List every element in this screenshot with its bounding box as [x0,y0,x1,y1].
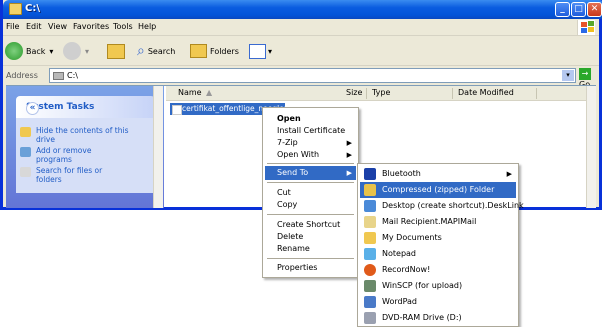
drive-icon [53,72,64,80]
col-name[interactable]: Name [178,88,202,97]
task-pane: System Tasks « Hide the contents of this… [6,86,164,208]
address-bar: Address C:\ ▾ → Go [3,67,599,89]
up-folder-icon [107,43,125,59]
folder-icon [20,127,31,137]
bluetooth-icon [364,168,376,180]
folders-icon [190,44,207,58]
left-scrollbar[interactable] [153,86,163,208]
address-value: C:\ [67,71,78,80]
sendto-wordpad[interactable]: WordPad [360,294,516,310]
forward-button[interactable]: ▾ [63,41,89,61]
wordpad-icon [364,296,376,308]
col-date-modified[interactable]: Date Modified [458,88,514,97]
notepad-icon [364,248,376,260]
sendto-compressed-folder[interactable]: Compressed (zipped) Folder [360,182,516,198]
back-button[interactable]: Back ▾ [5,41,53,61]
title-bar[interactable]: C:\ _ □ ✕ [3,0,602,19]
back-arrow-icon [5,42,23,60]
windows-logo-icon [577,20,595,35]
sendto-notepad[interactable]: Notepad [360,246,516,262]
menu-edit[interactable]: Edit [26,22,42,31]
mail-icon [364,216,376,228]
menu-open-with[interactable]: Open With ▶ [265,148,356,162]
recordnow-icon [364,264,376,276]
system-tasks-panel: System Tasks « Hide the contents of this… [16,96,155,193]
menu-bar: File Edit View Favorites Tools Help [3,19,599,36]
views-button[interactable]: ▾ [249,41,272,61]
menu-file[interactable]: File [6,22,19,31]
col-type[interactable]: Type [372,88,390,97]
sendto-dvd-drive[interactable]: DVD-RAM Drive (D:) [360,310,516,326]
system-tasks-header[interactable]: System Tasks « [16,96,155,118]
sendto-winscp[interactable]: WinSCP (for upload) [360,278,516,294]
collapse-chevron-icon[interactable]: « [26,102,39,115]
submenu-arrow-icon: ▶ [506,170,512,178]
sendto-mail-recipient[interactable]: Mail Recipient.MAPIMail [360,214,516,230]
send-to-submenu: Bluetooth ▶ Compressed (zipped) Folder De… [357,163,524,327]
zip-folder-icon [364,184,376,196]
folders-button[interactable]: Folders [190,41,239,61]
col-size[interactable]: Size [346,88,362,97]
address-dropdown-icon[interactable]: ▾ [562,70,574,81]
address-input[interactable]: C:\ ▾ [49,68,576,83]
sendto-recordnow[interactable]: RecordNow! [360,262,516,278]
forward-arrow-icon [63,42,81,60]
sort-arrow-icon: ▲ [206,88,213,97]
sendto-desktop[interactable]: Desktop (create shortcut).DeskLink [360,198,524,214]
minimize-button[interactable]: _ [555,2,570,17]
toolbar: Back ▾ ▾ ⌕ Search Folders ▾ [3,36,599,66]
address-label: Address [6,71,38,80]
right-scrollbar[interactable] [586,86,596,208]
go-button[interactable]: → Go [579,68,599,89]
documents-icon [364,232,376,244]
views-icon [249,43,266,59]
column-header: Name ▲ Size Type Date Modified [166,86,588,101]
programs-icon [20,147,31,157]
sendto-my-documents[interactable]: My Documents [360,230,516,246]
search-icon: ⌕ [137,43,145,59]
close-button[interactable]: ✕ [587,2,602,17]
winscp-icon [364,280,376,292]
menu-properties[interactable]: Properties [265,261,356,275]
menu-view[interactable]: View [48,22,67,31]
submenu-arrow-icon: ▶ [346,169,352,177]
context-menu: Open Install Certificate 7-Zip ▶ Open Wit… [262,107,359,278]
dvd-drive-icon [364,312,376,324]
folder-icon [9,3,22,15]
menu-rename[interactable]: Rename [265,242,356,256]
submenu-arrow-icon: ▶ [346,151,352,159]
menu-favorites[interactable]: Favorites [73,22,109,31]
menu-help[interactable]: Help [138,22,156,31]
sendto-bluetooth[interactable]: Bluetooth ▶ [360,166,516,182]
desktop-icon [364,200,376,212]
window-title: C:\ [25,3,40,14]
menu-send-to[interactable]: Send To ▶ [265,166,356,180]
menu-copy[interactable]: Copy [265,198,356,212]
search-icon [20,167,31,177]
up-folder-button[interactable] [107,41,125,61]
go-arrow-icon: → [579,68,591,80]
menu-tools[interactable]: Tools [113,22,133,31]
search-button[interactable]: ⌕ Search [137,41,175,61]
maximize-button[interactable]: □ [571,2,586,17]
